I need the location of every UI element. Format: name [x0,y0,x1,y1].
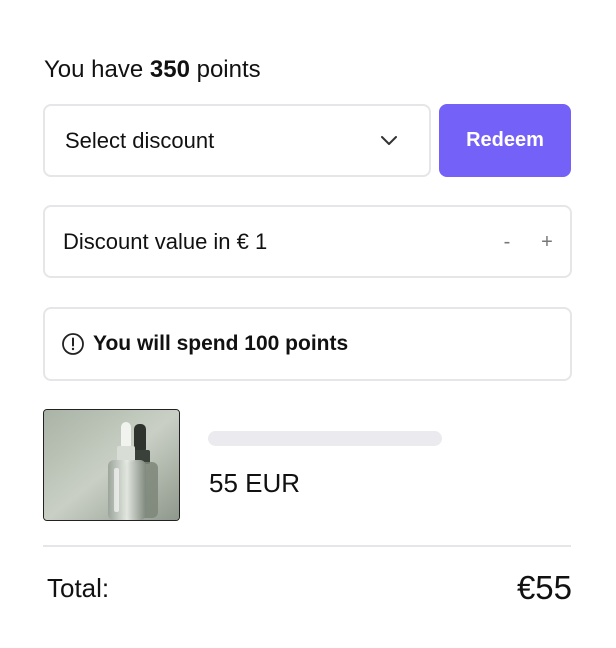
decrement-button[interactable]: - [500,232,514,252]
divider [43,545,571,547]
product-image [43,409,180,521]
points-prefix: You have [44,56,144,83]
product-price: 55 EUR [209,468,301,498]
discount-value-field: Discount value in € 1 - + [43,205,572,278]
discount-select-label: Select discount [65,127,215,153]
total-label: Total: [47,573,110,603]
alert-circle-icon [61,332,85,356]
points-amount: 350 [149,56,190,83]
increment-button[interactable]: + [540,232,554,252]
spend-info-text: You will spend 100 points [93,332,349,355]
discount-value-label: Discount value in € 1 [63,228,268,254]
points-suffix: points [196,56,261,83]
discount-select[interactable]: Select discount [43,104,431,177]
chevron-down-icon [379,131,399,151]
redeem-button[interactable]: Redeem [439,104,571,177]
spend-info-box: You will spend 100 points [43,307,572,381]
product-title-placeholder [208,431,442,446]
points-balance: You have 350 points [44,54,261,86]
discount-stepper: - + [500,232,554,252]
total-value: €55 [516,569,572,606]
redeem-points-panel: You have 350 points Select discount Rede… [0,0,616,648]
